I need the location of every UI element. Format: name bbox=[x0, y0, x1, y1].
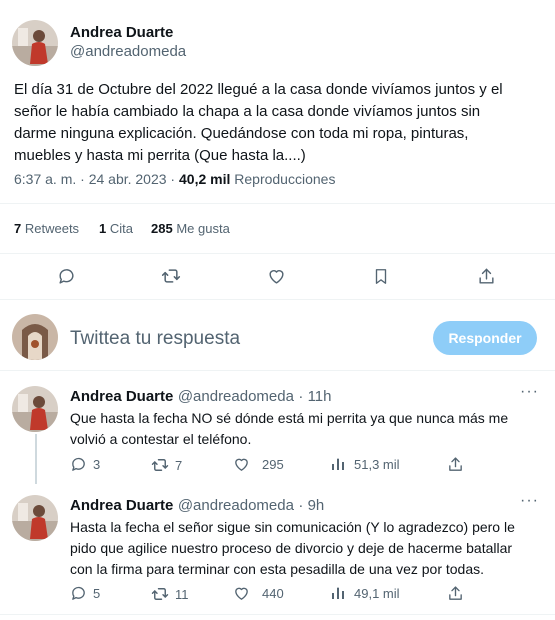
reply-like-button[interactable]: 295 bbox=[233, 456, 284, 473]
like-icon bbox=[235, 458, 248, 471]
retweet-icon bbox=[151, 588, 169, 600]
reply-retweets-count: 7 bbox=[175, 457, 183, 473]
reply-views-count: 51,3 mil bbox=[354, 456, 400, 472]
reply-author-handle[interactable]: @andreadomeda bbox=[178, 497, 294, 514]
reply-replies-count: 5 bbox=[93, 586, 101, 601]
retweet-icon bbox=[151, 459, 169, 471]
divider bbox=[0, 203, 555, 204]
bookmark-icon bbox=[375, 268, 387, 284]
reply-input[interactable]: Twittea tu respuesta bbox=[70, 328, 240, 350]
more-options-icon[interactable]: ··· bbox=[520, 383, 539, 401]
user-avatar[interactable] bbox=[12, 314, 58, 360]
reply-author-handle[interactable]: @andreadomeda bbox=[178, 388, 294, 405]
reply-like-button[interactable]: 440 bbox=[233, 585, 284, 602]
like-icon bbox=[268, 269, 284, 284]
reply-views-count: 49,1 mil bbox=[354, 585, 400, 601]
likes-stat[interactable]: 285 Me gusta bbox=[151, 221, 230, 236]
reply-author-name[interactable]: Andrea Duarte bbox=[70, 388, 173, 405]
reply-avatar[interactable] bbox=[12, 386, 58, 432]
quotes-label: Cita bbox=[109, 221, 133, 236]
reply-time[interactable]: · 11h bbox=[298, 388, 331, 405]
views-count: 40,2 mil bbox=[179, 171, 231, 187]
reply-time[interactable]: · 9h bbox=[298, 497, 324, 514]
retweets-stat[interactable]: 7 Retweets bbox=[14, 221, 79, 236]
divider bbox=[0, 299, 555, 300]
tweet-text: El día 31 de Octubre del 2022 llegué a l… bbox=[14, 79, 544, 167]
tweet-timestamp[interactable]: 6:37 a. m. · 24 abr. 2023 · bbox=[14, 171, 175, 187]
reply-text-line: pido que agilice nuestro proceso de divo… bbox=[70, 540, 513, 556]
views-label: Reproducciones bbox=[234, 171, 336, 187]
tweet-meta: 6:37 a. m. · 24 abr. 2023 · 40,2 mil Rep… bbox=[14, 171, 335, 187]
quotes-count: 1 bbox=[99, 221, 107, 236]
reply-reply-button[interactable]: 5 bbox=[70, 585, 100, 602]
reply-text-line: Que hasta la fecha NO sé dónde está mi p… bbox=[70, 410, 509, 426]
share-icon bbox=[478, 268, 494, 284]
like-button[interactable] bbox=[264, 264, 288, 288]
like-icon bbox=[235, 587, 248, 600]
tweet-text-line: darme ninguna explicación. Quedándose co… bbox=[14, 125, 469, 142]
reply-icon bbox=[58, 268, 74, 284]
retweets-label: Retweets bbox=[24, 221, 80, 236]
author-handle[interactable]: @andreadomeda bbox=[70, 43, 186, 60]
reply-likes-count: 440 bbox=[262, 586, 284, 601]
likes-label: Me gusta bbox=[176, 221, 230, 236]
tweet-text-line: El día 31 de Octubre del 2022 llegué a l… bbox=[14, 81, 503, 98]
reply-text-line: con la firma para terminar con esta pesa… bbox=[70, 561, 485, 577]
reply-retweet-button[interactable]: 7 bbox=[151, 456, 182, 474]
reply-avatar[interactable] bbox=[12, 495, 58, 541]
reply-retweets-count: 11 bbox=[175, 586, 189, 602]
reply-header: Andrea Duarte @andreadomeda · 9h bbox=[70, 497, 324, 515]
reply-likes-count: 295 bbox=[262, 457, 284, 472]
tweet-text-line: señor le había cambiado la chapa a la ca… bbox=[14, 103, 481, 120]
reply-icon bbox=[72, 586, 85, 600]
reply-views-button[interactable]: 49,1 mil bbox=[330, 585, 400, 601]
reply-views-button[interactable]: 51,3 mil bbox=[330, 456, 400, 472]
likes-count: 285 bbox=[151, 221, 173, 236]
reply-text-line: Hasta la fecha el señor sigue sin comuni… bbox=[70, 519, 515, 535]
author-avatar[interactable] bbox=[12, 20, 58, 66]
retweets-count: 7 bbox=[14, 221, 22, 236]
tweet-text-line: muebles y hasta mi perrita (Que hasta la… bbox=[14, 147, 306, 164]
views-icon bbox=[332, 458, 344, 470]
thread-connector bbox=[35, 434, 37, 484]
divider bbox=[0, 253, 555, 254]
reply-author-name[interactable]: Andrea Duarte bbox=[70, 497, 173, 514]
divider bbox=[0, 614, 555, 615]
reply-icon bbox=[72, 457, 85, 471]
reply-text: Hasta la fecha el señor sigue sin comuni… bbox=[70, 517, 515, 580]
retweet-button[interactable] bbox=[159, 264, 183, 288]
share-icon bbox=[449, 457, 462, 471]
share-button[interactable] bbox=[474, 264, 498, 288]
bookmark-button[interactable] bbox=[369, 264, 393, 288]
reply-share-button[interactable] bbox=[447, 585, 464, 602]
divider bbox=[0, 370, 555, 371]
reply-button[interactable] bbox=[54, 264, 78, 288]
reply-text-line: volvió a contestar el teléfono. bbox=[70, 431, 252, 447]
quotes-stat[interactable]: 1 Cita bbox=[99, 221, 133, 236]
reply-share-button[interactable] bbox=[447, 456, 464, 473]
reply-retweet-button[interactable]: 11 bbox=[151, 585, 189, 603]
retweet-icon bbox=[161, 269, 181, 283]
author-name[interactable]: Andrea Duarte bbox=[70, 24, 173, 41]
views-icon bbox=[332, 587, 344, 599]
reply-text: Que hasta la fecha NO sé dónde está mi p… bbox=[70, 408, 508, 450]
reply-reply-button[interactable]: 3 bbox=[70, 456, 100, 473]
more-options-icon[interactable]: ··· bbox=[520, 492, 539, 510]
reply-header: Andrea Duarte @andreadomeda · 11h bbox=[70, 388, 331, 406]
reply-replies-count: 3 bbox=[93, 457, 101, 472]
reply-submit-button[interactable]: Responder bbox=[433, 321, 537, 355]
share-icon bbox=[449, 586, 462, 600]
